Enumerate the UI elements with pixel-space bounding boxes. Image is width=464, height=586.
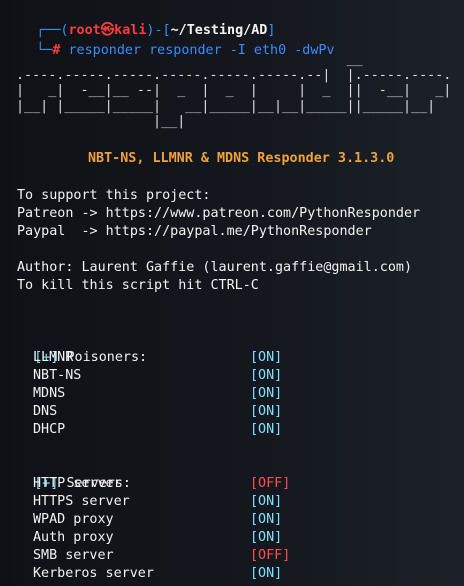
server-name: HTTP server bbox=[33, 476, 122, 491]
support-heading: To support this project: bbox=[17, 188, 211, 203]
poisoner-name: DNS bbox=[33, 404, 58, 419]
poisoner-status: [ON] bbox=[250, 350, 283, 365]
server-status: [ON] bbox=[250, 512, 283, 527]
servers-heading: [+] Servers: bbox=[2, 457, 131, 491]
poisoner-status: [ON] bbox=[250, 368, 283, 383]
server-name: SMB server bbox=[33, 548, 114, 563]
poisoner-name: NBT-NS bbox=[33, 368, 82, 383]
prompt-line-2[interactable]: └─# responder responder -I eth0 -dwPv bbox=[4, 24, 334, 58]
banner-title: NBT-NS, LLMNR & MDNS Responder 3.1.3.0 bbox=[88, 151, 395, 166]
server-status: [ON] bbox=[250, 530, 283, 545]
server-status: [ON] bbox=[250, 494, 283, 509]
author-line: Author: Laurent Gaffie (laurent.gaffie@g… bbox=[17, 260, 413, 275]
server-status: [OFF] bbox=[250, 548, 291, 563]
server-name: WPAD proxy bbox=[33, 512, 114, 527]
ascii-logo: __ .----.-----.-----.-----.-----.-----.-… bbox=[16, 52, 452, 129]
terminal-window[interactable]: ┌──(root㉿kali)-[~/Testing/AD] └─# respon… bbox=[0, 0, 464, 586]
server-status: [ON] bbox=[250, 566, 283, 581]
server-name: Kerberos server bbox=[33, 566, 154, 581]
server-name: HTTPS server bbox=[33, 494, 130, 509]
server-name: Auth proxy bbox=[33, 530, 114, 545]
kill-line: To kill this script hit CTRL-C bbox=[17, 278, 259, 293]
poisoners-heading: [+] Poisoners: bbox=[2, 331, 147, 365]
poisoner-name: DHCP bbox=[33, 422, 66, 437]
poisoner-name: MDNS bbox=[33, 386, 66, 401]
poisoner-status: [ON] bbox=[250, 422, 283, 437]
prompt-line-1: ┌──(root㉿kali)-[~/Testing/AD] bbox=[4, 4, 275, 38]
poisoner-name: LLMNR bbox=[33, 350, 74, 365]
poisoner-status: [ON] bbox=[250, 386, 283, 401]
support-patreon: Patreon -> https://www.patreon.com/Pytho… bbox=[17, 206, 421, 221]
support-paypal: Paypal -> https://paypal.me/PythonRespon… bbox=[17, 224, 372, 239]
poisoner-status: [ON] bbox=[250, 404, 283, 419]
server-status: [OFF] bbox=[250, 476, 291, 491]
